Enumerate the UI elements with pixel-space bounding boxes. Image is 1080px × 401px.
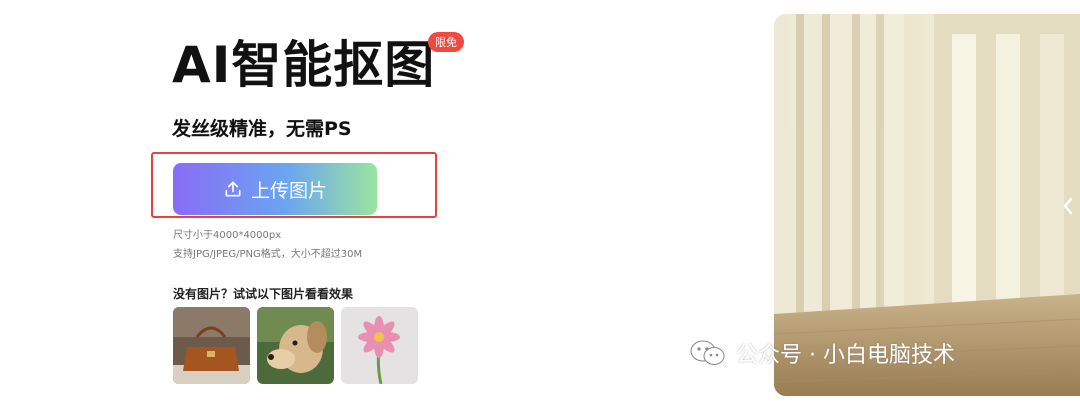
wechat-icon <box>690 340 725 365</box>
watermark: 公众号 · 小白电脑技术 <box>690 337 955 369</box>
free-badge: 限免 <box>428 32 464 52</box>
format-hint: 支持JPG/JPEG/PNG格式，大小不超过30M <box>173 249 363 260</box>
samples-title: 没有图片？试试以下图片看看效果 <box>173 287 354 301</box>
upload-icon <box>225 181 241 197</box>
upload-image-button[interactable]: 上传图片 <box>173 163 377 215</box>
sample-dog-thumbnail[interactable] <box>257 307 334 384</box>
sample-handbag-thumbnail[interactable] <box>173 307 250 384</box>
chevron-left-icon[interactable] <box>1060 196 1076 216</box>
page-subtitle: 发丝级精准，无需PS <box>172 118 352 140</box>
upload-button-label: 上传图片 <box>250 179 327 202</box>
sample-flower-thumbnail[interactable] <box>341 307 418 384</box>
watermark-text: 公众号 · 小白电脑技术 <box>736 343 955 368</box>
size-hint: 尺寸小于4000*4000px <box>173 230 282 241</box>
page-title: AI智能抠图 <box>172 36 436 94</box>
